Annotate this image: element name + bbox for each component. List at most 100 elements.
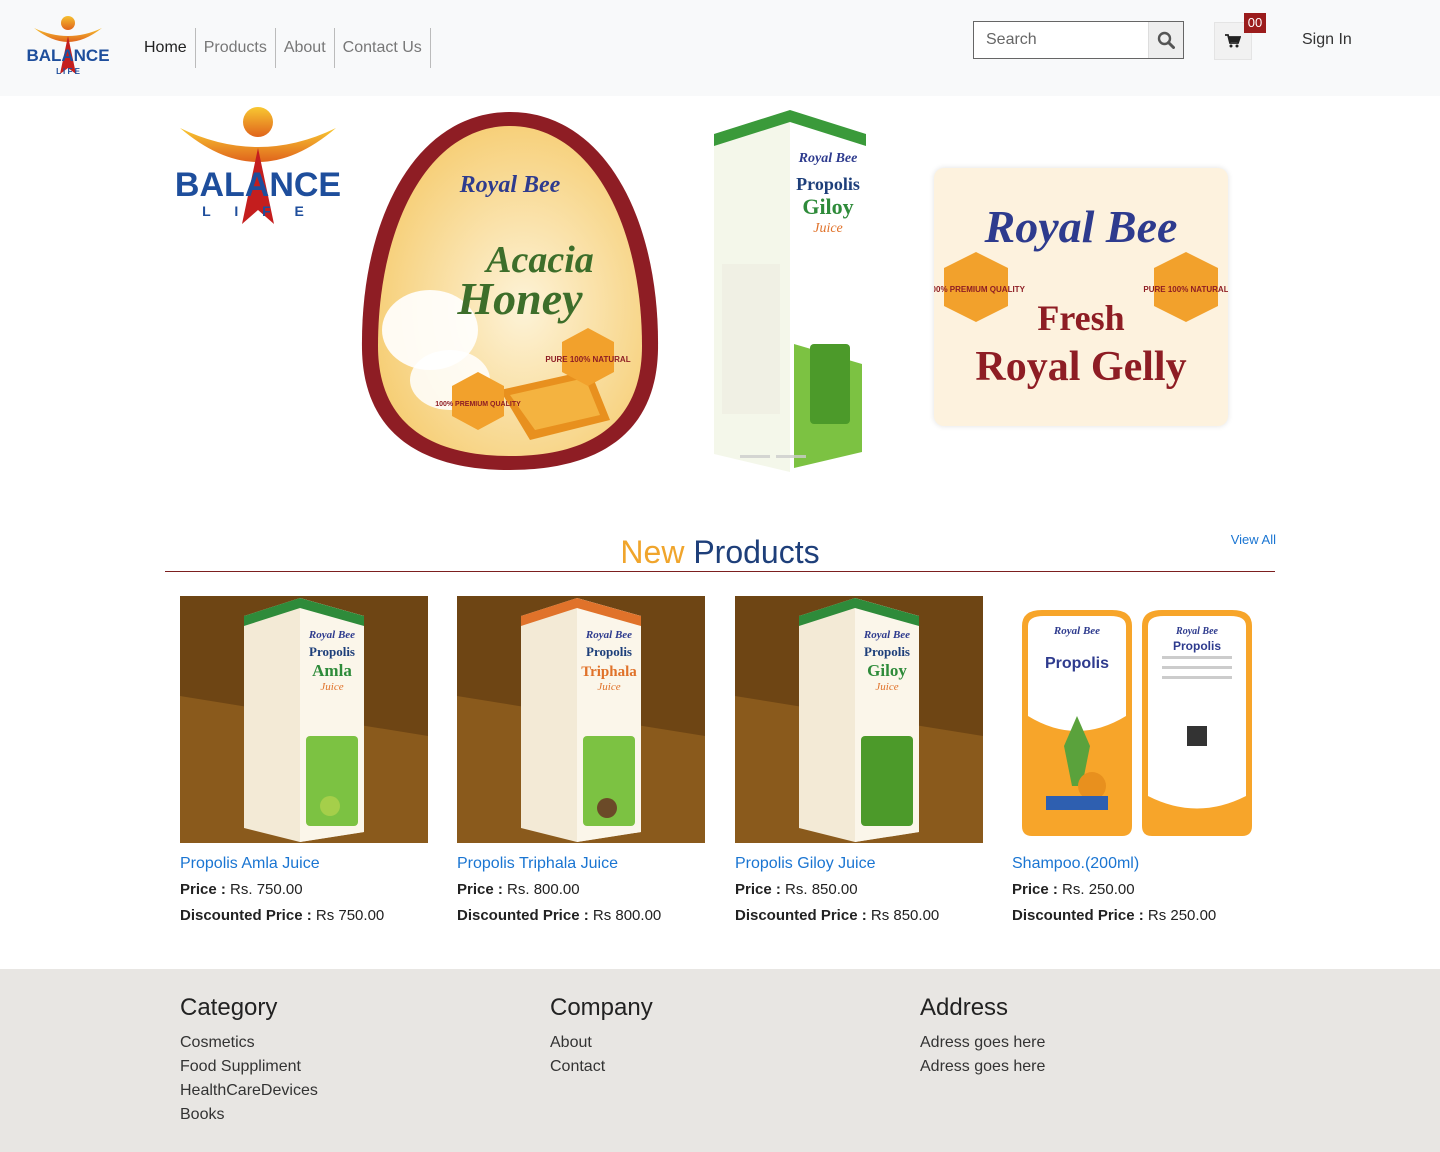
discount-label: Discounted Price : xyxy=(1012,907,1144,924)
product-image-amla[interactable]: Royal Bee Propolis Amla Juice xyxy=(180,596,428,843)
svg-text:Giloy: Giloy xyxy=(867,661,907,680)
svg-text:Royal Bee: Royal Bee xyxy=(308,629,355,641)
svg-text:Propolis: Propolis xyxy=(796,174,860,194)
discount-value: Rs 800.00 xyxy=(592,907,662,924)
brand-logo[interactable]: BALANCE L I F E xyxy=(24,14,112,78)
footer-link-healthcare-devices[interactable]: HealthCareDevices xyxy=(180,1079,318,1103)
price-label: Price : xyxy=(457,881,503,898)
svg-text:Juice: Juice xyxy=(597,681,620,693)
svg-text:Giloy: Giloy xyxy=(802,194,853,219)
nav-contact[interactable]: Contact Us xyxy=(335,28,431,68)
sign-in-link[interactable]: Sign In xyxy=(1290,28,1364,52)
footer-link-contact[interactable]: Contact xyxy=(550,1055,653,1079)
svg-text:Royal Bee: Royal Bee xyxy=(1175,626,1218,637)
footer-company: Company About Contact xyxy=(550,993,653,1079)
svg-text:100% PREMIUM QUALITY: 100% PREMIUM QUALITY xyxy=(934,285,1026,294)
product-card[interactable]: Royal Bee Propolis Triphala Juice Propol… xyxy=(457,596,717,926)
svg-text:L I F E: L I F E xyxy=(56,67,81,76)
product-price: Price : Rs. 850.00 xyxy=(735,880,995,900)
product-name[interactable]: Propolis Triphala Juice xyxy=(457,854,717,874)
svg-text:100% PREMIUM QUALITY: 100% PREMIUM QUALITY xyxy=(435,401,521,408)
product-discounted-price: Discounted Price : Rs 250.00 xyxy=(1012,906,1272,926)
nav-home[interactable]: Home xyxy=(136,28,196,68)
slide-royal-gelly[interactable]: Royal Bee 100% PREMIUM QUALITY PURE 100%… xyxy=(927,168,1229,426)
footer-link-books[interactable]: Books xyxy=(180,1103,318,1127)
product-discounted-price: Discounted Price : Rs 850.00 xyxy=(735,906,995,926)
search-icon xyxy=(1157,31,1175,49)
svg-text:Fresh: Fresh xyxy=(1037,298,1124,338)
svg-text:Propolis: Propolis xyxy=(864,644,910,659)
carousel-indicator[interactable] xyxy=(776,455,806,458)
price-label: Price : xyxy=(1012,881,1058,898)
cart-count-badge: 00 xyxy=(1244,13,1266,33)
discount-label: Discounted Price : xyxy=(457,907,589,924)
hero-logo: BALANCE L I F E xyxy=(175,107,341,224)
discount-label: Discounted Price : xyxy=(735,907,867,924)
product-card[interactable]: Royal Bee Propolis Royal Bee Propolis Sh… xyxy=(1012,596,1272,926)
svg-text:Juice: Juice xyxy=(813,221,843,236)
svg-text:Propolis: Propolis xyxy=(586,644,632,659)
svg-text:Royal Gelly: Royal Gelly xyxy=(975,344,1186,390)
product-card[interactable]: Royal Bee Propolis Amla Juice Propolis A… xyxy=(180,596,440,926)
product-name[interactable]: Shampoo.(200ml) xyxy=(1012,854,1272,874)
hero-carousel: BALANCE L I F E Royal Bee Acacia Honey P… xyxy=(0,96,1440,496)
search-input[interactable] xyxy=(974,22,1148,58)
svg-text:BALANCE: BALANCE xyxy=(26,46,109,65)
product-image-triphala[interactable]: Royal Bee Propolis Triphala Juice xyxy=(457,596,705,843)
price-value: Rs. 250.00 xyxy=(1062,881,1135,898)
main-nav: Home Products About Contact Us xyxy=(136,28,431,68)
price-value: Rs. 750.00 xyxy=(230,881,303,898)
svg-text:Juice: Juice xyxy=(320,681,343,693)
product-name[interactable]: Propolis Amla Juice xyxy=(180,854,440,874)
discount-value: Rs 250.00 xyxy=(1147,907,1217,924)
heading-word-products: Products xyxy=(693,534,820,570)
footer-address-title: Address xyxy=(920,994,1009,1021)
address-line: Adress goes here xyxy=(920,1034,1046,1051)
slide-acacia-honey[interactable]: Royal Bee Acacia Honey PURE 100% NATURAL… xyxy=(360,110,660,472)
search-box xyxy=(973,21,1184,59)
address-line: Adress goes here xyxy=(920,1058,1046,1075)
product-discounted-price: Discounted Price : Rs 750.00 xyxy=(180,906,440,926)
product-discounted-price: Discounted Price : Rs 800.00 xyxy=(457,906,717,926)
footer-link-cosmetics[interactable]: Cosmetics xyxy=(180,1031,318,1055)
new-products-heading: New Products xyxy=(165,530,1275,572)
footer-category: Category Cosmetics Food Suppliment Healt… xyxy=(180,993,318,1127)
product-price: Price : Rs. 250.00 xyxy=(1012,880,1272,900)
svg-text:Royal Bee: Royal Bee xyxy=(1053,625,1100,637)
svg-text:Royal Bee: Royal Bee xyxy=(459,172,561,198)
footer-address: Address Adress goes here Adress goes her… xyxy=(920,993,1045,1079)
svg-text:Juice: Juice xyxy=(875,681,898,693)
svg-text:PURE 100% NATURAL: PURE 100% NATURAL xyxy=(545,355,630,364)
nav-products[interactable]: Products xyxy=(196,28,276,68)
svg-text:L I F E: L I F E xyxy=(202,203,314,219)
svg-text:BALANCE: BALANCE xyxy=(175,166,341,204)
footer-link-food-suppliment[interactable]: Food Suppliment xyxy=(180,1055,318,1079)
footer-link-about[interactable]: About xyxy=(550,1031,653,1055)
product-name[interactable]: Propolis Giloy Juice xyxy=(735,854,995,874)
view-all-link[interactable]: View All xyxy=(1220,532,1276,547)
site-header: BALANCE L I F E Home Products About Cont… xyxy=(0,0,1440,96)
price-label: Price : xyxy=(180,881,226,898)
product-price: Price : Rs. 800.00 xyxy=(457,880,717,900)
svg-text:Triphala: Triphala xyxy=(581,664,637,680)
svg-text:Royal Bee: Royal Bee xyxy=(798,151,858,166)
svg-text:Propolis: Propolis xyxy=(309,644,355,659)
carousel-indicator[interactable] xyxy=(740,455,770,458)
nav-about[interactable]: About xyxy=(276,28,335,68)
svg-text:Royal Bee: Royal Bee xyxy=(863,629,910,641)
svg-text:Amla: Amla xyxy=(312,661,352,680)
search-button[interactable] xyxy=(1148,22,1183,58)
site-footer: Category Cosmetics Food Suppliment Healt… xyxy=(0,969,1440,1152)
svg-text:PURE 100% NATURAL: PURE 100% NATURAL xyxy=(1143,285,1228,294)
discount-value: Rs 750.00 xyxy=(315,907,385,924)
footer-company-title: Company xyxy=(550,994,653,1021)
svg-text:Propolis: Propolis xyxy=(1173,639,1221,653)
carousel-indicators xyxy=(740,455,806,458)
price-label: Price : xyxy=(735,881,781,898)
slide-giloy-juice[interactable]: Royal Bee Propolis Giloy Juice xyxy=(710,104,870,472)
product-image-giloy[interactable]: Royal Bee Propolis Giloy Juice xyxy=(735,596,983,843)
heading-word-new: New xyxy=(620,534,685,570)
price-value: Rs. 850.00 xyxy=(785,881,858,898)
product-image-shampoo[interactable]: Royal Bee Propolis Royal Bee Propolis xyxy=(1012,596,1260,843)
product-card[interactable]: Royal Bee Propolis Giloy Juice Propolis … xyxy=(735,596,995,926)
